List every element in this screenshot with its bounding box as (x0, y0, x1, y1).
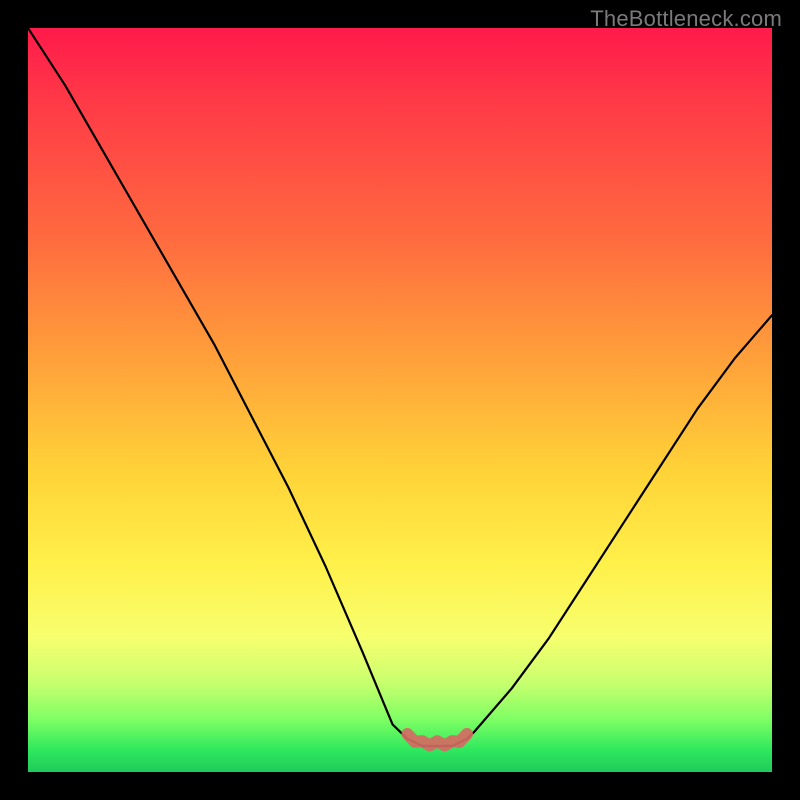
plot-area (28, 28, 772, 772)
chart-frame: TheBottleneck.com (0, 0, 800, 800)
flat-ridge (407, 734, 467, 745)
chart-svg (28, 28, 772, 772)
bottleneck-curve (28, 28, 772, 746)
